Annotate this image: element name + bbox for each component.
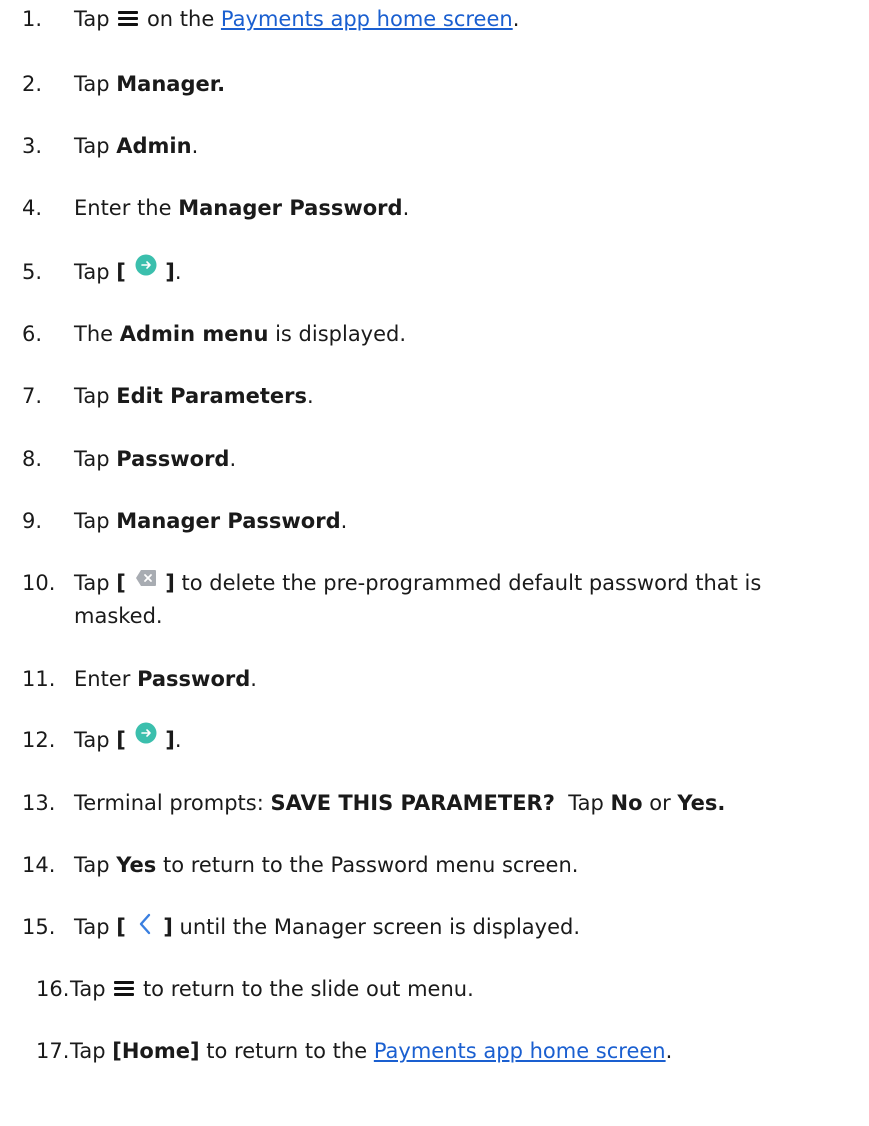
step-number: 13. bbox=[22, 791, 56, 815]
step-number: 3. bbox=[22, 134, 43, 158]
step-number: 10. bbox=[22, 571, 56, 595]
step-text: The bbox=[74, 322, 114, 346]
step-number: 14. bbox=[22, 853, 56, 877]
step-text: Enter the bbox=[74, 196, 172, 220]
step-text: until the Manager screen is displayed. bbox=[179, 915, 581, 939]
step-text: Tap bbox=[70, 977, 106, 1001]
step-text: or bbox=[649, 791, 671, 815]
step-number: 15. bbox=[22, 915, 56, 939]
step-emphasis: Manager. bbox=[116, 72, 226, 96]
step-text: Tap bbox=[74, 571, 110, 595]
step-emphasis: Yes. bbox=[677, 791, 726, 815]
step-emphasis: Password bbox=[116, 447, 230, 471]
backspace-delete-icon bbox=[135, 570, 156, 586]
step-number: 12. bbox=[22, 728, 56, 752]
step-number: 17. bbox=[36, 1039, 70, 1063]
step-emphasis: Admin bbox=[116, 134, 192, 158]
go-arrow-circle-icon bbox=[135, 254, 157, 276]
step-emphasis: [Home] bbox=[112, 1039, 200, 1063]
step-number: 5. bbox=[22, 260, 43, 284]
step-text: Tap bbox=[568, 791, 604, 815]
step-text: Tap bbox=[74, 447, 110, 471]
step-text: to return to the slide out menu. bbox=[142, 977, 474, 1001]
step-text: on the bbox=[146, 7, 215, 31]
step-text: Enter bbox=[74, 667, 131, 691]
step-emphasis: Edit Parameters bbox=[116, 384, 307, 408]
step-text: to return to the bbox=[206, 1039, 368, 1063]
step-text: masked. bbox=[74, 604, 163, 628]
step-emphasis: Admin menu bbox=[119, 322, 269, 346]
step-emphasis: Manager Password bbox=[116, 509, 341, 533]
step-text: to return to the Password menu screen. bbox=[162, 853, 579, 877]
payments-home-link[interactable]: Payments app home screen bbox=[221, 7, 513, 31]
step-number: 7. bbox=[22, 384, 43, 408]
step-text: Tap bbox=[74, 853, 110, 877]
payments-home-link[interactable]: Payments app home screen bbox=[374, 1039, 666, 1063]
step-number: 8. bbox=[22, 447, 43, 471]
step-text: Tap bbox=[70, 1039, 106, 1063]
go-arrow-circle-icon bbox=[135, 722, 157, 744]
step-emphasis: No bbox=[610, 791, 643, 815]
step-number: 11. bbox=[22, 667, 56, 691]
step-text: to delete the pre-programmed default pas… bbox=[181, 571, 762, 595]
step-emphasis: Password bbox=[137, 667, 251, 691]
step-text: Tap bbox=[74, 509, 110, 533]
step-number: 2. bbox=[22, 72, 43, 96]
step-text: Tap bbox=[74, 384, 110, 408]
step-text: Tap bbox=[74, 915, 110, 939]
step-number: 9. bbox=[22, 509, 43, 533]
step-text: is displayed. bbox=[275, 322, 407, 346]
hamburger-menu-icon bbox=[114, 979, 135, 997]
step-text: Terminal prompts: bbox=[74, 791, 264, 815]
hamburger-menu-icon bbox=[118, 9, 139, 27]
chevron-left-icon bbox=[139, 913, 150, 935]
step-emphasis: SAVE THIS PARAMETER? bbox=[270, 791, 555, 815]
step-emphasis: Yes bbox=[116, 853, 157, 877]
step-text: Tap bbox=[74, 7, 110, 31]
step-number: 6. bbox=[22, 322, 43, 346]
step-emphasis: Manager Password bbox=[178, 196, 403, 220]
step-number: 1. bbox=[22, 7, 43, 31]
step-text: Tap bbox=[74, 72, 110, 96]
step-text: Tap bbox=[74, 260, 110, 284]
step-number: 4. bbox=[22, 196, 43, 220]
step-number: 16. bbox=[36, 977, 70, 1001]
step-text: Tap bbox=[74, 134, 110, 158]
step-text: Tap bbox=[74, 728, 110, 752]
